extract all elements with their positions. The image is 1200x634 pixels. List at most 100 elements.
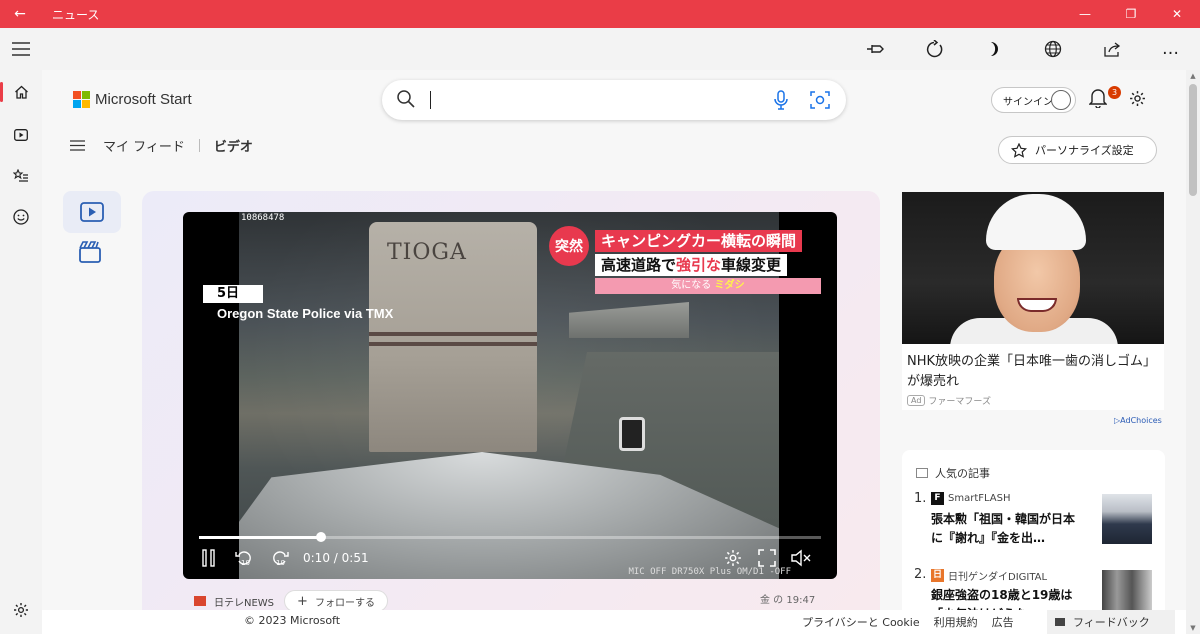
ad-sponsor: Ad ファーマフーズ: [907, 394, 991, 407]
star-icon: [1011, 143, 1027, 158]
feedback-label: フィードバック: [1073, 616, 1150, 629]
source-name: 日刊ゲンダイDIGITAL: [948, 572, 1048, 583]
ad-image: [902, 192, 1164, 344]
microsoft-logo-icon: [73, 91, 90, 108]
overlay-source: Oregon State Police via TMX: [217, 306, 394, 321]
feedback-icon: [1055, 618, 1065, 626]
item-source: F SmartFLASH: [931, 492, 1011, 505]
tab-my-feed[interactable]: マイ フィード: [103, 136, 185, 155]
plus-icon: +: [297, 593, 308, 609]
signin-button[interactable]: サインイン: [991, 87, 1076, 113]
ad-card[interactable]: NHK放映の企業「日本唯一歯の消しゴム」が爆売れ Ad ファーマフーズ: [902, 192, 1164, 410]
clapperboard-icon: [79, 241, 101, 263]
scroll-up-arrow[interactable]: ▲: [1186, 72, 1200, 80]
window-controls: — ❐ ✕: [1062, 0, 1200, 28]
search-box[interactable]: [382, 80, 846, 120]
scroll-down-arrow[interactable]: ▼: [1186, 624, 1200, 632]
feedback-button[interactable]: フィードバック: [1047, 610, 1175, 634]
item-title[interactable]: 銀座強盗の18歳と19歳は「少年法はどうな…: [931, 586, 1081, 610]
adchoices-link[interactable]: ▷AdChoices: [1114, 416, 1162, 425]
ads-link[interactable]: 広告: [992, 614, 1014, 630]
home-icon[interactable]: [0, 74, 42, 110]
logo-square-yellow: [82, 100, 90, 108]
movie-clapper-nav[interactable]: [78, 240, 102, 268]
microsoft-start-logo[interactable]: Microsoft Start: [73, 91, 192, 108]
moon-icon[interactable]: [964, 28, 1023, 70]
video-meta: 日テレNEWS + フォローする: [194, 590, 388, 610]
forward-10-icon[interactable]: 10: [271, 549, 289, 567]
notification-bell-icon[interactable]: [1089, 88, 1107, 108]
video-icon[interactable]: [0, 117, 42, 153]
fullscreen-icon[interactable]: [758, 549, 776, 567]
back-button[interactable]: ←: [0, 6, 40, 22]
mute-icon[interactable]: [791, 549, 811, 567]
window-title: ニュース: [52, 7, 100, 22]
visual-search-icon[interactable]: [810, 90, 830, 110]
adchoices-label: AdChoices: [1120, 416, 1162, 425]
duration: 0:51: [341, 551, 369, 565]
scrollbar-thumb[interactable]: [1189, 84, 1197, 196]
tab-video[interactable]: ビデオ: [214, 136, 253, 155]
ad-sponsor-name: ファーマフーズ: [928, 397, 991, 407]
rv-stripe: [369, 342, 537, 346]
refresh-icon[interactable]: [905, 28, 964, 70]
time-separator: /: [333, 551, 338, 565]
rv-stripe: [369, 332, 537, 336]
telop-line3-b: ミダシ: [714, 280, 745, 291]
settings-icon[interactable]: [0, 592, 42, 628]
progress-knob[interactable]: [315, 532, 326, 542]
popular-articles: 人気の記事 1. F SmartFLASH 張本勲「祖国・韓国が日本に『謝れ』『…: [902, 450, 1165, 610]
news-icon: [916, 468, 928, 478]
globe-icon[interactable]: [1023, 28, 1082, 70]
minimize-button[interactable]: —: [1062, 0, 1108, 28]
terms-link[interactable]: 利用規約: [934, 614, 978, 630]
ad-tag: Ad: [907, 395, 926, 406]
telop-badge: 突然: [549, 226, 589, 266]
svg-text:10: 10: [276, 559, 285, 567]
privacy-link[interactable]: プライバシーと Cookie: [802, 614, 920, 630]
video-timestamp: 金 の 19:47: [760, 595, 816, 606]
pin-icon[interactable]: [846, 28, 905, 70]
ad-headline[interactable]: NHK放映の企業「日本唯一歯の消しゴム」が爆売れ: [907, 352, 1161, 392]
pause-icon[interactable]: [201, 549, 217, 567]
item-thumbnail[interactable]: [1102, 494, 1152, 544]
telop-line2: 高速道路で強引な車線変更: [595, 254, 788, 276]
telop-line2-a: 高速道路で: [601, 256, 677, 274]
video-player[interactable]: TIOGA 10868478 5日 Oregon State Police vi…: [183, 212, 837, 579]
telop-line1: キャンピングカー横転の瞬間: [595, 230, 803, 252]
item-thumbnail[interactable]: [1102, 570, 1152, 610]
search-input[interactable]: [430, 91, 431, 109]
follow-button[interactable]: + フォローする: [284, 590, 388, 610]
settings-gear-icon[interactable]: [1129, 90, 1146, 107]
time-display: 0:10 / 0:51: [303, 551, 369, 565]
feed-menu-icon[interactable]: [70, 140, 85, 151]
telop-line2-b: 強引な: [676, 256, 722, 274]
emoji-icon[interactable]: [0, 199, 42, 235]
logo-square-red: [73, 91, 81, 99]
side-mirror: [619, 417, 645, 451]
rewind-10-icon[interactable]: 10: [235, 549, 253, 567]
rv-label: TIOGA: [387, 240, 467, 265]
publisher-name[interactable]: 日テレNEWS: [214, 594, 274, 609]
video-settings-icon[interactable]: [724, 549, 742, 567]
footer-links: プライバシーと Cookie 利用規約 広告: [802, 614, 1028, 630]
truck-image: [569, 302, 689, 338]
avatar-icon: [1051, 90, 1071, 110]
favorites-icon[interactable]: [0, 158, 42, 194]
microphone-icon[interactable]: [774, 90, 788, 110]
video-play-icon: [80, 202, 104, 222]
app-toolbar: …: [0, 28, 1200, 70]
close-button[interactable]: ✕: [1154, 0, 1200, 28]
share-icon[interactable]: [1082, 28, 1141, 70]
personalize-button[interactable]: パーソナライズ設定: [998, 136, 1157, 164]
maximize-button[interactable]: ❐: [1108, 0, 1154, 28]
search-icon: [397, 90, 415, 108]
vertical-scrollbar[interactable]: ▲ ▼: [1186, 70, 1200, 634]
nav-divider: [198, 139, 200, 152]
more-icon[interactable]: …: [1141, 28, 1200, 70]
video-section-nav[interactable]: [63, 191, 121, 233]
video-progress-bar[interactable]: [199, 532, 821, 542]
menu-icon[interactable]: [0, 28, 42, 70]
main-content: Microsoft Start サインイン 3 マイ フィード ビデオ パーソナ…: [42, 70, 1186, 610]
item-title[interactable]: 張本勲「祖国・韓国が日本に『謝れ』『金を出…: [931, 510, 1081, 548]
